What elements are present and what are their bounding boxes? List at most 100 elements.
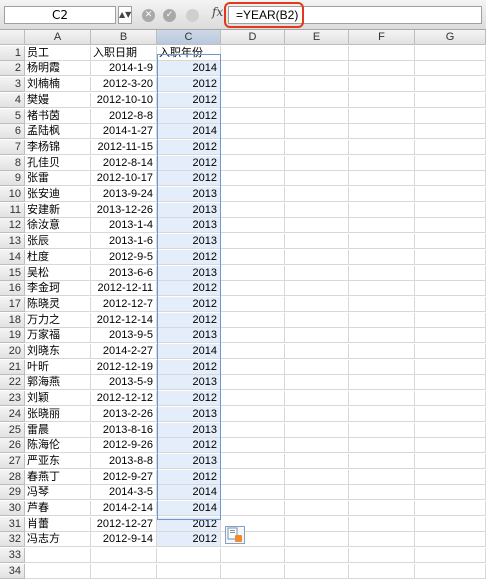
column-header-f[interactable]: F	[349, 30, 415, 45]
cell-b[interactable]: 2012-10-17	[91, 171, 157, 187]
row-header[interactable]: 12	[0, 218, 25, 234]
cell-empty[interactable]	[285, 61, 349, 77]
cell-c[interactable]	[157, 563, 221, 579]
cell-empty[interactable]	[415, 391, 486, 407]
row-header[interactable]: 8	[0, 155, 25, 171]
cell-empty[interactable]	[221, 328, 285, 344]
row-header[interactable]: 6	[0, 124, 25, 140]
cell-empty[interactable]	[221, 344, 285, 359]
cell-b[interactable]: 2012-9-26	[91, 438, 157, 454]
cell-empty[interactable]	[349, 187, 415, 202]
row-header[interactable]: 27	[0, 453, 25, 469]
row-header[interactable]: 10	[0, 187, 25, 202]
cell-empty[interactable]	[221, 422, 285, 438]
cell-empty[interactable]	[285, 249, 349, 265]
cell-empty[interactable]	[415, 328, 486, 344]
cell-empty[interactable]	[349, 265, 415, 281]
cell-empty[interactable]	[349, 139, 415, 155]
cell-empty[interactable]	[349, 281, 415, 297]
cell-empty[interactable]	[285, 406, 349, 422]
cell-a[interactable]: 樊嫚	[25, 92, 91, 108]
cell-empty[interactable]	[285, 171, 349, 187]
cell-c[interactable]: 2012	[157, 139, 221, 155]
cell-empty[interactable]	[285, 312, 349, 328]
cell-c[interactable]: 2013	[157, 422, 221, 438]
cell-a[interactable]: 冯琴	[25, 485, 91, 501]
cell-empty[interactable]	[415, 438, 486, 454]
cell-a[interactable]: 杨明霞	[25, 61, 91, 77]
cell-empty[interactable]	[415, 312, 486, 328]
cell-empty[interactable]	[285, 234, 349, 250]
cell-empty[interactable]	[285, 469, 349, 485]
cell-empty[interactable]	[221, 45, 285, 61]
cell-b[interactable]: 2014-1-27	[91, 124, 157, 140]
cell-empty[interactable]	[349, 218, 415, 234]
cell-a[interactable]: 安建新	[25, 202, 91, 218]
cell-empty[interactable]	[221, 249, 285, 265]
fx-label[interactable]: fx	[212, 5, 223, 19]
cell-a[interactable]: 张安迪	[25, 187, 91, 202]
cell-empty[interactable]	[349, 469, 415, 485]
cell-b[interactable]: 2012-9-5	[91, 249, 157, 265]
column-header-c[interactable]: C	[157, 30, 221, 45]
cell-empty[interactable]	[285, 375, 349, 391]
cell-empty[interactable]	[221, 77, 285, 93]
cell-empty[interactable]	[349, 108, 415, 124]
row-header[interactable]: 30	[0, 501, 25, 516]
cell-empty[interactable]	[221, 218, 285, 234]
row-header[interactable]: 11	[0, 202, 25, 218]
cell-empty[interactable]	[221, 453, 285, 469]
cell-empty[interactable]	[415, 77, 486, 93]
cell-empty[interactable]	[285, 501, 349, 516]
cell-empty[interactable]	[285, 344, 349, 359]
cell-empty[interactable]	[285, 187, 349, 202]
column-header-b[interactable]: B	[91, 30, 157, 45]
cell-empty[interactable]	[415, 61, 486, 77]
cell-empty[interactable]	[349, 234, 415, 250]
cell-b[interactable]: 2013-1-4	[91, 218, 157, 234]
cell-c[interactable]: 2012	[157, 359, 221, 375]
cell-b[interactable]: 2012-12-11	[91, 281, 157, 297]
cell-empty[interactable]	[221, 501, 285, 516]
cell-a[interactable]: 万力之	[25, 312, 91, 328]
cell-empty[interactable]	[221, 359, 285, 375]
cell-b[interactable]: 2013-1-6	[91, 234, 157, 250]
cell-a[interactable]: 李杨锦	[25, 139, 91, 155]
cell-empty[interactable]	[221, 281, 285, 297]
cell-b[interactable]: 2014-3-5	[91, 485, 157, 501]
cell-empty[interactable]	[415, 234, 486, 250]
cell-c[interactable]: 2013	[157, 187, 221, 202]
cell-c[interactable]: 2014	[157, 501, 221, 516]
cell-empty[interactable]	[349, 548, 415, 564]
function-menu-icon[interactable]	[186, 9, 199, 22]
cell-empty[interactable]	[221, 563, 285, 579]
cell-b[interactable]: 2012-12-7	[91, 296, 157, 312]
cell-c[interactable]: 2013	[157, 453, 221, 469]
cell-a[interactable]: 徐汝意	[25, 218, 91, 234]
cell-a[interactable]: 员工	[25, 45, 91, 61]
cell-empty[interactable]	[221, 108, 285, 124]
cell-a[interactable]: 叶昕	[25, 359, 91, 375]
cell-b[interactable]: 2014-2-14	[91, 501, 157, 516]
cell-empty[interactable]	[415, 265, 486, 281]
cell-empty[interactable]	[285, 438, 349, 454]
cell-empty[interactable]	[349, 155, 415, 171]
cell-empty[interactable]	[221, 406, 285, 422]
cell-empty[interactable]	[415, 563, 486, 579]
cell-b[interactable]: 2013-12-26	[91, 202, 157, 218]
row-header[interactable]: 20	[0, 344, 25, 359]
cell-empty[interactable]	[349, 501, 415, 516]
cell-empty[interactable]	[415, 249, 486, 265]
cell-empty[interactable]	[349, 532, 415, 548]
cell-empty[interactable]	[285, 563, 349, 579]
cell-b[interactable]: 2012-9-14	[91, 532, 157, 548]
cell-empty[interactable]	[285, 453, 349, 469]
cell-empty[interactable]	[285, 359, 349, 375]
cell-a[interactable]: 万家福	[25, 328, 91, 344]
cell-c[interactable]: 2013	[157, 202, 221, 218]
row-header[interactable]: 7	[0, 139, 25, 155]
cell-c[interactable]: 2013	[157, 406, 221, 422]
cell-empty[interactable]	[221, 438, 285, 454]
cell-b[interactable]: 入职日期	[91, 45, 157, 61]
cell-empty[interactable]	[415, 218, 486, 234]
